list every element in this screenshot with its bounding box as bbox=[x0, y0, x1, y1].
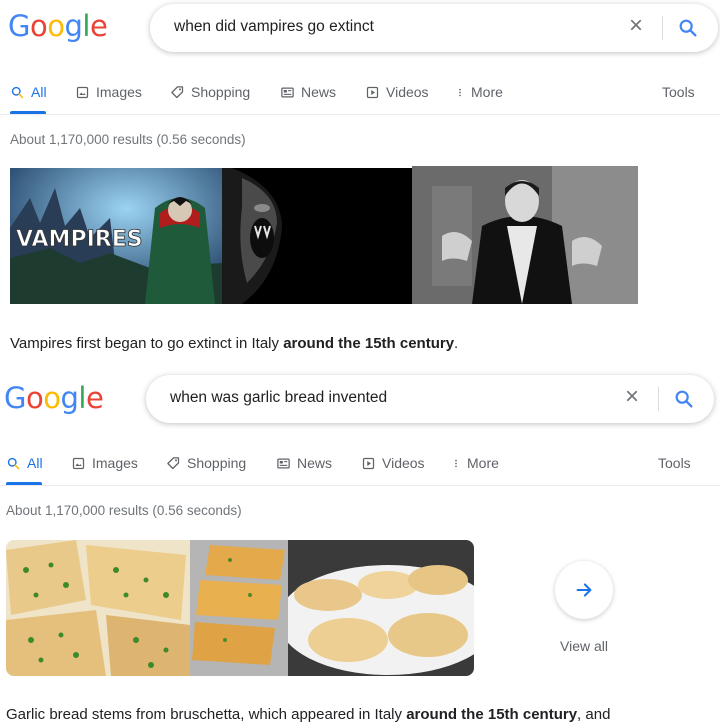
clear-icon[interactable]: × bbox=[621, 385, 643, 409]
search-box[interactable]: when did vampires go extinct × bbox=[150, 4, 718, 52]
clear-icon[interactable]: × bbox=[625, 14, 647, 38]
search-result-block-2: Google when was garlic bread invented × … bbox=[0, 370, 720, 725]
dracula-photo bbox=[412, 166, 638, 304]
garlic-bread-foil-photo bbox=[190, 540, 288, 676]
image-result-garlic-bread-1[interactable] bbox=[6, 540, 190, 676]
image-icon bbox=[72, 457, 85, 469]
vampires-caption: VAMPIRES bbox=[16, 227, 143, 252]
tag-icon bbox=[167, 456, 180, 469]
view-all-button[interactable] bbox=[555, 561, 613, 619]
tab-shopping[interactable]: Shopping bbox=[166, 455, 246, 471]
google-logo[interactable]: Google bbox=[8, 12, 108, 41]
divider bbox=[0, 485, 720, 486]
google-logo[interactable]: Google bbox=[4, 384, 104, 413]
play-icon bbox=[366, 86, 379, 98]
arrow-right-icon bbox=[576, 583, 592, 597]
image-result-dracula-photo[interactable] bbox=[412, 166, 638, 304]
vampire-face-photo bbox=[222, 168, 412, 304]
tab-videos[interactable]: Videos bbox=[361, 455, 425, 471]
search-box[interactable]: when was garlic bread invented × bbox=[146, 375, 714, 423]
garlic-bread-plate-photo bbox=[288, 540, 474, 676]
tab-more[interactable]: More bbox=[455, 84, 503, 100]
divider bbox=[0, 114, 720, 115]
play-icon bbox=[362, 457, 375, 469]
search-tabs: All Images Shopping News Videos More bbox=[10, 84, 710, 114]
divider bbox=[658, 387, 659, 411]
tools-button[interactable]: Tools bbox=[662, 84, 695, 100]
search-icon bbox=[7, 457, 20, 469]
image-result-vampire-face[interactable] bbox=[222, 168, 412, 304]
tools-button[interactable]: Tools bbox=[658, 455, 691, 471]
result-stats: About 1,170,000 results (0.56 seconds) bbox=[6, 503, 242, 518]
search-icon[interactable] bbox=[677, 17, 699, 39]
news-icon bbox=[277, 458, 290, 468]
divider bbox=[662, 16, 663, 40]
tab-news[interactable]: News bbox=[280, 84, 336, 100]
tab-images[interactable]: Images bbox=[71, 455, 138, 471]
more-vert-icon bbox=[455, 459, 457, 467]
featured-answer: Garlic bread stems from bruschetta, whic… bbox=[6, 706, 611, 723]
tab-all[interactable]: All bbox=[10, 84, 47, 100]
garlic-bread-photo bbox=[6, 540, 190, 676]
vampire-illustration: VAMPIRES bbox=[10, 168, 222, 304]
search-icon bbox=[11, 86, 24, 98]
news-icon bbox=[281, 87, 294, 97]
more-vert-icon bbox=[459, 88, 461, 96]
image-result-vampire-illustration[interactable]: VAMPIRES bbox=[10, 168, 222, 304]
image-result-garlic-bread-3[interactable] bbox=[288, 540, 474, 676]
result-stats: About 1,170,000 results (0.56 seconds) bbox=[10, 132, 246, 147]
search-input[interactable]: when did vampires go extinct bbox=[174, 18, 374, 36]
tab-all[interactable]: All bbox=[6, 455, 43, 471]
tab-shopping[interactable]: Shopping bbox=[170, 84, 250, 100]
search-input[interactable]: when was garlic bread invented bbox=[170, 389, 387, 407]
tab-images[interactable]: Images bbox=[75, 84, 142, 100]
search-icon[interactable] bbox=[673, 388, 695, 410]
search-tabs: All Images Shopping News Videos More bbox=[6, 455, 706, 485]
tab-videos[interactable]: Videos bbox=[365, 84, 429, 100]
tab-more[interactable]: More bbox=[451, 455, 499, 471]
featured-answer: Vampires first began to go extinct in It… bbox=[10, 335, 459, 352]
image-icon bbox=[76, 86, 89, 98]
tab-news[interactable]: News bbox=[276, 455, 332, 471]
view-all-label[interactable]: View all bbox=[560, 638, 608, 654]
tag-icon bbox=[171, 85, 184, 98]
search-result-block-1: Google when did vampires go extinct × Al… bbox=[0, 0, 720, 370]
image-result-garlic-bread-2[interactable] bbox=[190, 540, 288, 676]
